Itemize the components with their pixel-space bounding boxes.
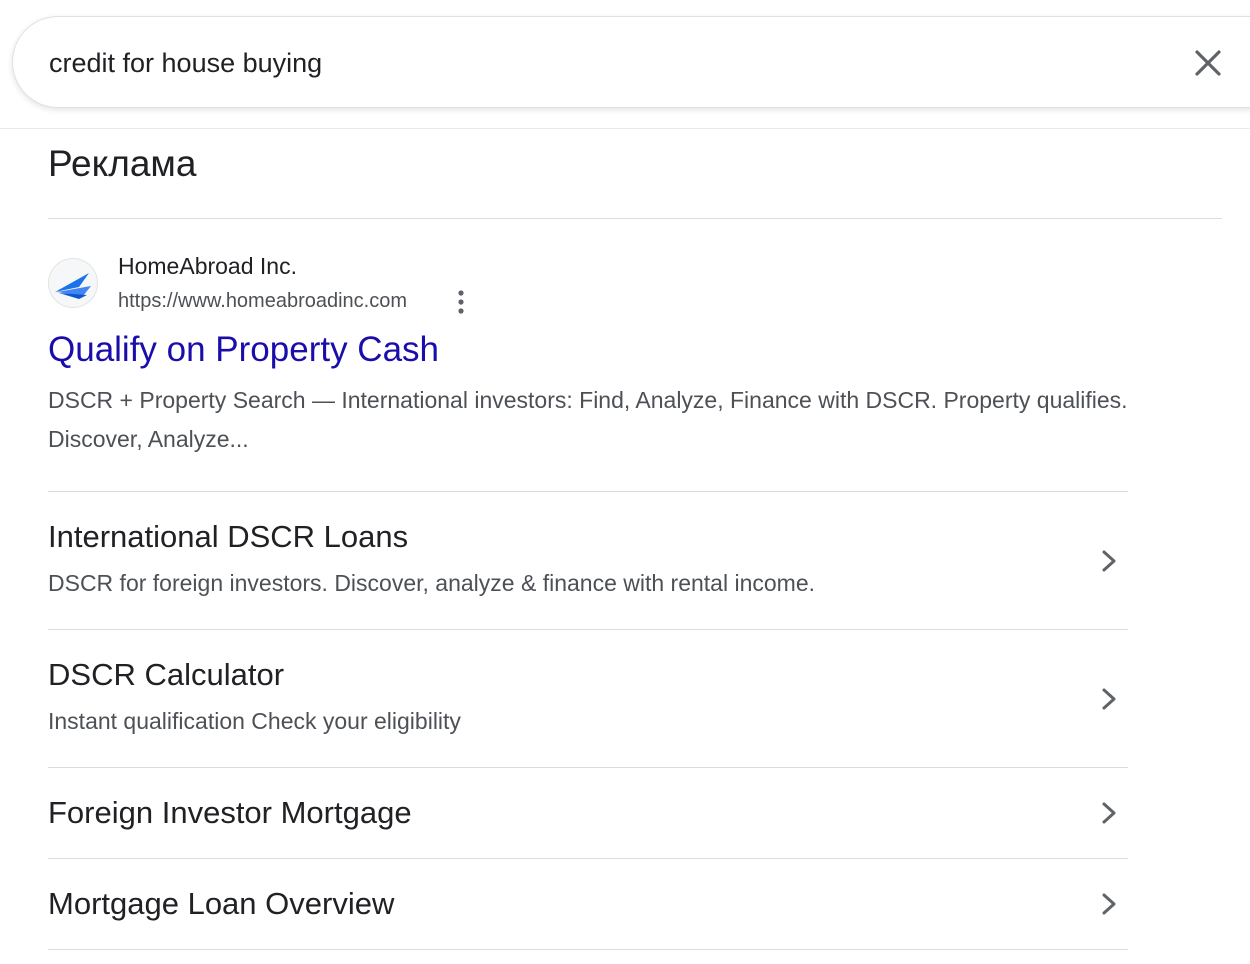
sitelink-title: International DSCR Loans [48, 519, 409, 554]
chevron-right-icon [1098, 547, 1120, 575]
ad-description: DSCR + Property Search — International i… [48, 387, 1128, 452]
search-bar [12, 16, 1250, 108]
sitelink-description: Instant qualification Check your eligibi… [48, 708, 461, 734]
ads-section-label: Реклама [48, 143, 197, 184]
sitelink-description: DSCR for foreign investors. Discover, an… [48, 570, 815, 596]
sitelink-title: Foreign Investor Mortgage [48, 795, 412, 830]
advertiser-favicon[interactable] [48, 258, 98, 308]
sitelink-mortgage-loan-overview[interactable]: Mortgage Loan Overview [48, 858, 1128, 949]
advertiser-url[interactable]: https://www.homeabroadinc.com [118, 290, 407, 313]
homeabroad-logo-icon [55, 273, 91, 299]
header-divider [0, 128, 1250, 129]
chevron-right-icon [1098, 890, 1120, 918]
close-icon [1195, 50, 1221, 76]
search-input[interactable] [49, 41, 1149, 85]
clear-search-button[interactable] [1189, 44, 1227, 82]
chevron-right-icon [1098, 799, 1120, 827]
sitelinks-bottom-divider [48, 949, 1128, 950]
ads-divider [48, 218, 1222, 219]
more-vert-icon [458, 290, 464, 314]
chevron-right-icon [1098, 685, 1120, 713]
ad-options-button[interactable] [448, 288, 474, 316]
sitelink-title: DSCR Calculator [48, 657, 285, 692]
sitelink-title: Mortgage Loan Overview [48, 886, 395, 921]
sitelinks-list: International DSCR Loans DSCR for foreig… [48, 491, 1128, 950]
sitelink-foreign-investor-mortgage[interactable]: Foreign Investor Mortgage [48, 767, 1128, 858]
ad-headline-link[interactable]: Qualify on Property Cash [48, 330, 439, 370]
sitelink-dscr-calculator[interactable]: DSCR Calculator Instant qualification Ch… [48, 629, 1128, 767]
advertiser-name[interactable]: HomeAbroad Inc. [118, 253, 297, 280]
sitelink-international-dscr-loans[interactable]: International DSCR Loans DSCR for foreig… [48, 491, 1128, 629]
search-results-page: Реклама HomeAbroad Inc. https://www.home… [0, 0, 1250, 964]
